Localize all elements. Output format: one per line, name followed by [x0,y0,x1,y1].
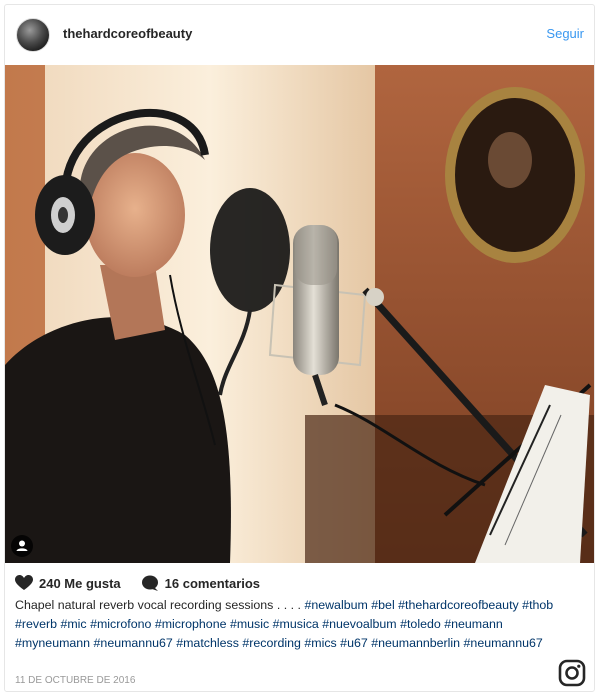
hashtag-link[interactable]: #neumannu67 [94,636,173,650]
hashtag-link[interactable]: #myneumann [15,636,90,650]
hashtag-link[interactable]: #neumannberlin [371,636,460,650]
hashtag-link[interactable]: #thehardcoreofbeauty [398,598,519,612]
heart-icon[interactable] [15,575,33,591]
instagram-post-card: thehardcoreofbeauty Seguir 240 Me gusta … [4,4,595,692]
post-actions: 240 Me gusta 16 comentarios [15,573,260,593]
post-header: thehardcoreofbeauty Seguir [5,5,594,65]
hashtag-link[interactable]: #music [230,617,269,631]
hashtag-link[interactable]: #microphone [155,617,227,631]
hashtag-link[interactable]: #mic [60,617,86,631]
post-date: 11 DE OCTUBRE DE 2016 [15,675,136,686]
hashtag-link[interactable]: #recording [242,636,301,650]
post-photo[interactable] [5,65,594,563]
hashtag-link[interactable]: #newalbum [304,598,367,612]
hashtag-link[interactable]: #thob [522,598,553,612]
hashtag-link[interactable]: #mics [304,636,336,650]
hashtag-link[interactable]: #matchless [176,636,239,650]
username[interactable]: thehardcoreofbeauty [63,26,192,41]
hashtag-link[interactable]: #neumann [444,617,503,631]
avatar[interactable] [16,18,50,52]
post-caption: Chapel natural reverb vocal recording se… [15,598,554,650]
hashtag-link[interactable]: #neumannu67 [464,636,543,650]
comments-count[interactable]: 16 comentarios [165,576,260,591]
hashtag-link[interactable]: #microfono [90,617,151,631]
hashtag-link[interactable]: #nuevoalbum [322,617,396,631]
hashtag-link[interactable]: #bel [371,598,394,612]
hashtag-link[interactable]: #u67 [340,636,368,650]
instagram-logo-icon[interactable] [558,659,586,687]
comment-bubble-icon[interactable] [141,575,159,591]
user-tag-icon[interactable] [11,535,33,557]
likes-count[interactable]: 240 Me gusta [39,576,121,591]
hashtag-link[interactable]: #musica [273,617,319,631]
hashtag-link[interactable]: #reverb [15,617,57,631]
hashtag-link[interactable]: #toledo [400,617,441,631]
follow-button[interactable]: Seguir [546,26,584,41]
